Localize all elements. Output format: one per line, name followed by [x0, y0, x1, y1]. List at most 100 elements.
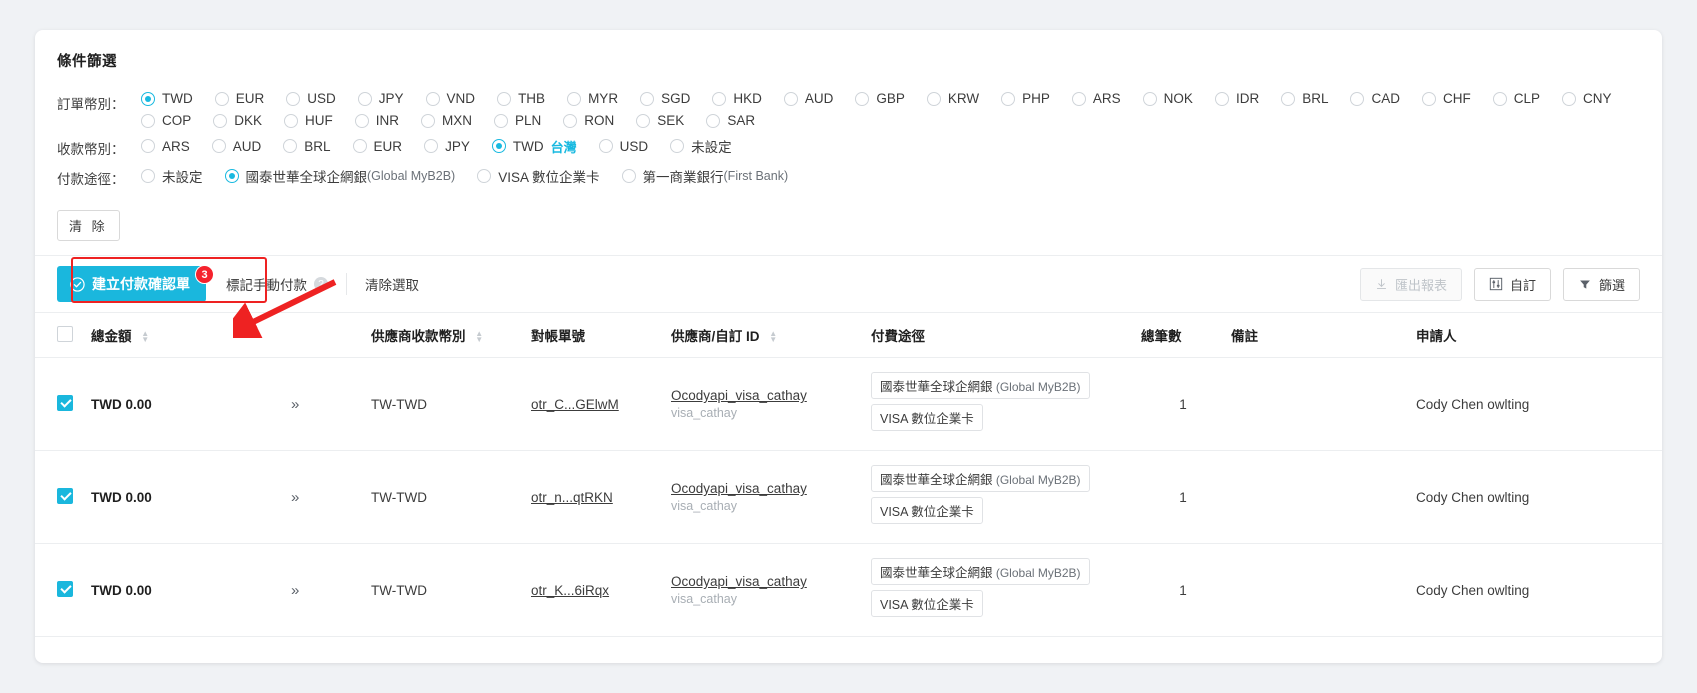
radio-option[interactable]: 國泰世華全球企網銀 (Global MyB2B) [224, 166, 455, 186]
chevron-right-icon[interactable]: » [291, 582, 299, 599]
header-supplier-id[interactable]: 供應商/自訂 ID ▲ ▼ [671, 312, 871, 358]
radio-option[interactable]: PHP [1001, 91, 1050, 106]
radio-dot-icon[interactable] [425, 91, 440, 106]
radio-dot-icon[interactable] [567, 91, 582, 106]
radio-dot-icon[interactable] [283, 139, 298, 153]
radio-option[interactable]: ARS [1071, 91, 1121, 106]
row-select-cell[interactable] [35, 357, 91, 451]
radio-option[interactable]: HUF [284, 113, 333, 128]
radio-option[interactable]: RON [563, 113, 614, 128]
radio-dot-icon[interactable] [783, 91, 798, 106]
radio-option[interactable]: ARS [141, 139, 190, 154]
radio-dot-icon[interactable] [141, 139, 155, 153]
radio-option[interactable]: EUR [214, 91, 264, 106]
radio-option[interactable]: CNY [1561, 91, 1612, 106]
radio-dot-icon[interactable] [141, 91, 155, 106]
sort-icon[interactable]: ▲ ▼ [769, 330, 777, 344]
radio-option[interactable]: 未設定 [141, 166, 203, 186]
radio-option[interactable]: USD [286, 91, 336, 106]
radio-option[interactable]: MYR [567, 91, 618, 106]
sort-icon[interactable]: ▲ ▼ [475, 330, 483, 344]
create-payment-confirmation-button[interactable]: 建立付款確認單 [57, 266, 206, 302]
radio-option[interactable]: 未設定 [670, 136, 732, 156]
radio-dot-icon[interactable] [1561, 91, 1576, 106]
radio-dot-icon[interactable] [141, 113, 155, 128]
filter-button[interactable]: 篩選 [1562, 267, 1640, 301]
radio-dot-icon[interactable] [1350, 91, 1365, 106]
select-all-checkbox[interactable] [57, 325, 73, 342]
radio-dot-icon[interactable] [421, 113, 436, 128]
supplier-cell[interactable]: Ocodyapi_visa_cathay visa_cathay [671, 450, 871, 544]
radio-dot-icon[interactable] [424, 139, 439, 153]
radio-dot-icon[interactable] [855, 91, 870, 106]
supplier-name-link[interactable]: Ocodyapi_visa_cathay [671, 388, 865, 403]
chevron-right-icon[interactable]: » [291, 396, 299, 413]
radio-option[interactable]: EUR [352, 139, 402, 154]
statement-no-cell[interactable]: otr_C...GElwM [531, 357, 671, 451]
radio-dot-icon[interactable] [494, 113, 509, 128]
radio-option[interactable]: TWD 台灣 [491, 137, 577, 156]
export-report-button[interactable]: 匯出報表 [1359, 267, 1462, 301]
header-total-amount[interactable]: 總金額 ▲ ▼ [91, 312, 291, 358]
statement-no-link[interactable]: otr_C...GElwM [531, 397, 619, 412]
radio-dot-icon[interactable] [1492, 91, 1507, 106]
clear-filter-button[interactable]: 清 除 [57, 210, 120, 241]
radio-option[interactable]: GBP [855, 91, 905, 106]
row-checkbox[interactable] [57, 394, 73, 411]
radio-dot-icon[interactable] [224, 169, 239, 183]
radio-dot-icon[interactable] [141, 169, 155, 183]
radio-dot-icon[interactable] [1421, 91, 1436, 106]
radio-option[interactable]: CAD [1350, 91, 1400, 106]
radio-dot-icon[interactable] [1071, 91, 1086, 106]
radio-option[interactable]: COP [141, 113, 191, 128]
mark-manual-payment-button[interactable]: 標記手動付款 ? [226, 274, 328, 294]
radio-option[interactable]: SEK [636, 113, 684, 128]
radio-option[interactable]: BRL [1281, 91, 1328, 106]
statement-no-link[interactable]: otr_K...6iRqx [531, 583, 609, 598]
supplier-cell[interactable]: Ocodyapi_visa_cathay visa_cathay [671, 357, 871, 451]
radio-dot-icon[interactable] [211, 139, 226, 153]
expand-cell[interactable]: » [291, 357, 371, 451]
expand-cell[interactable]: » [291, 450, 371, 544]
radio-option[interactable]: CHF [1421, 91, 1471, 106]
help-icon[interactable]: ? [314, 277, 328, 291]
radio-dot-icon[interactable] [1214, 91, 1229, 106]
statement-no-link[interactable]: otr_n...qtRKN [531, 490, 613, 505]
row-select-cell[interactable] [35, 450, 91, 544]
table-row[interactable]: TWD 0.00 » TW-TWD otr_n...qtRKN Ocodyapi_vis… [35, 450, 1662, 544]
radio-dot-icon[interactable] [640, 91, 655, 106]
radio-option[interactable]: KRW [926, 91, 979, 106]
radio-option[interactable]: VND [425, 91, 475, 106]
radio-option[interactable]: SAR [706, 113, 755, 128]
radio-dot-icon[interactable] [1001, 91, 1016, 106]
radio-dot-icon[interactable] [477, 169, 492, 183]
radio-option[interactable]: MXN [421, 113, 472, 128]
radio-option[interactable]: SGD [640, 91, 690, 106]
radio-dot-icon[interactable] [497, 91, 512, 106]
row-checkbox[interactable] [57, 487, 73, 504]
header-supplier-currency[interactable]: 供應商收款幣別 ▲ ▼ [371, 312, 531, 358]
radio-option[interactable]: INR [354, 113, 399, 128]
radio-dot-icon[interactable] [284, 113, 299, 128]
radio-dot-icon[interactable] [214, 91, 229, 106]
radio-option[interactable]: TWD [141, 91, 193, 106]
radio-dot-icon[interactable] [563, 113, 578, 128]
radio-dot-icon[interactable] [286, 91, 301, 106]
table-row[interactable]: TWD 0.00 » TW-TWD otr_K...6iRqx Ocodyapi_vis… [35, 543, 1662, 637]
table-row[interactable]: TWD 0.00 » TW-TWD otr_C...GElwM Ocodyapi_vis… [35, 357, 1662, 451]
radio-option[interactable]: BRL [283, 139, 331, 154]
statement-no-cell[interactable]: otr_n...qtRKN [531, 450, 671, 544]
radio-option[interactable]: 第一商業銀行 (First Bank) [621, 166, 788, 186]
radio-dot-icon[interactable] [357, 91, 372, 106]
sort-icon[interactable]: ▲ ▼ [141, 330, 149, 344]
radio-option[interactable]: AUD [211, 139, 261, 154]
radio-dot-icon[interactable] [354, 113, 369, 128]
supplier-cell[interactable]: Ocodyapi_visa_cathay visa_cathay [671, 543, 871, 637]
radio-option[interactable]: NOK [1142, 91, 1193, 106]
clear-selection-button[interactable]: 清除選取 [365, 274, 419, 294]
expand-cell[interactable]: » [291, 543, 371, 637]
radio-dot-icon[interactable] [491, 139, 506, 153]
radio-option[interactable]: AUD [783, 91, 833, 106]
row-checkbox[interactable] [57, 580, 73, 597]
supplier-name-link[interactable]: Ocodyapi_visa_cathay [671, 481, 865, 496]
